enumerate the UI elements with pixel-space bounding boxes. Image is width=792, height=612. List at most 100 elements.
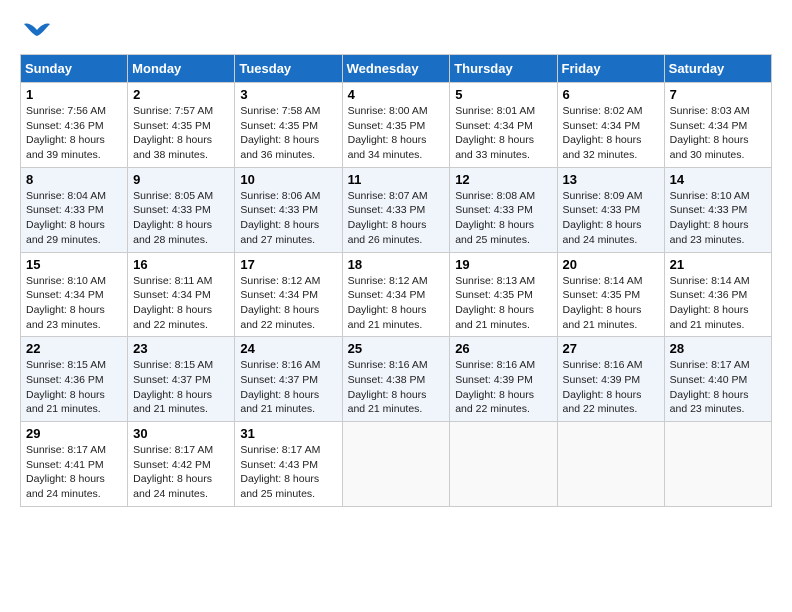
day-number: 13: [563, 172, 659, 187]
day-info: Sunrise: 8:01 AMSunset: 4:34 PMDaylight:…: [455, 105, 535, 161]
day-info: Sunrise: 8:17 AMSunset: 4:43 PMDaylight:…: [240, 444, 320, 500]
calendar-cell: 17 Sunrise: 8:12 AMSunset: 4:34 PMDaylig…: [235, 252, 342, 337]
day-number: 4: [348, 87, 445, 102]
day-info: Sunrise: 8:17 AMSunset: 4:40 PMDaylight:…: [670, 359, 750, 415]
calendar-cell: 20 Sunrise: 8:14 AMSunset: 4:35 PMDaylig…: [557, 252, 664, 337]
calendar-cell: 5 Sunrise: 8:01 AMSunset: 4:34 PMDayligh…: [450, 83, 557, 168]
calendar-cell: 26 Sunrise: 8:16 AMSunset: 4:39 PMDaylig…: [450, 337, 557, 422]
day-info: Sunrise: 8:14 AMSunset: 4:35 PMDaylight:…: [563, 275, 643, 331]
calendar-cell: 14 Sunrise: 8:10 AMSunset: 4:33 PMDaylig…: [664, 167, 771, 252]
calendar-cell: 8 Sunrise: 8:04 AMSunset: 4:33 PMDayligh…: [21, 167, 128, 252]
calendar-day-header: Monday: [128, 55, 235, 83]
day-number: 15: [26, 257, 122, 272]
day-number: 30: [133, 426, 229, 441]
day-info: Sunrise: 8:16 AMSunset: 4:38 PMDaylight:…: [348, 359, 428, 415]
calendar-cell: 2 Sunrise: 7:57 AMSunset: 4:35 PMDayligh…: [128, 83, 235, 168]
calendar-day-header: Sunday: [21, 55, 128, 83]
day-info: Sunrise: 8:00 AMSunset: 4:35 PMDaylight:…: [348, 105, 428, 161]
calendar-cell: 22 Sunrise: 8:15 AMSunset: 4:36 PMDaylig…: [21, 337, 128, 422]
day-number: 25: [348, 341, 445, 356]
calendar-week-row: 1 Sunrise: 7:56 AMSunset: 4:36 PMDayligh…: [21, 83, 772, 168]
calendar-cell: 15 Sunrise: 8:10 AMSunset: 4:34 PMDaylig…: [21, 252, 128, 337]
day-number: 27: [563, 341, 659, 356]
day-number: 11: [348, 172, 445, 187]
calendar-week-row: 22 Sunrise: 8:15 AMSunset: 4:36 PMDaylig…: [21, 337, 772, 422]
calendar-cell: 1 Sunrise: 7:56 AMSunset: 4:36 PMDayligh…: [21, 83, 128, 168]
day-number: 1: [26, 87, 122, 102]
calendar-week-row: 8 Sunrise: 8:04 AMSunset: 4:33 PMDayligh…: [21, 167, 772, 252]
day-info: Sunrise: 7:57 AMSunset: 4:35 PMDaylight:…: [133, 105, 213, 161]
calendar-cell: 25 Sunrise: 8:16 AMSunset: 4:38 PMDaylig…: [342, 337, 450, 422]
calendar-cell: 11 Sunrise: 8:07 AMSunset: 4:33 PMDaylig…: [342, 167, 450, 252]
day-info: Sunrise: 8:12 AMSunset: 4:34 PMDaylight:…: [240, 275, 320, 331]
calendar-cell: 3 Sunrise: 7:58 AMSunset: 4:35 PMDayligh…: [235, 83, 342, 168]
day-number: 31: [240, 426, 336, 441]
page-header: [20, 20, 772, 44]
day-info: Sunrise: 8:15 AMSunset: 4:36 PMDaylight:…: [26, 359, 106, 415]
logo-bird-icon: [22, 20, 52, 44]
calendar-week-row: 15 Sunrise: 8:10 AMSunset: 4:34 PMDaylig…: [21, 252, 772, 337]
day-number: 7: [670, 87, 766, 102]
day-info: Sunrise: 8:16 AMSunset: 4:39 PMDaylight:…: [563, 359, 643, 415]
day-info: Sunrise: 8:11 AMSunset: 4:34 PMDaylight:…: [133, 275, 212, 331]
calendar-cell: [557, 422, 664, 507]
day-info: Sunrise: 8:04 AMSunset: 4:33 PMDaylight:…: [26, 190, 106, 246]
day-number: 5: [455, 87, 551, 102]
calendar-cell: 27 Sunrise: 8:16 AMSunset: 4:39 PMDaylig…: [557, 337, 664, 422]
day-info: Sunrise: 8:03 AMSunset: 4:34 PMDaylight:…: [670, 105, 750, 161]
calendar-cell: 7 Sunrise: 8:03 AMSunset: 4:34 PMDayligh…: [664, 83, 771, 168]
day-number: 9: [133, 172, 229, 187]
day-info: Sunrise: 8:12 AMSunset: 4:34 PMDaylight:…: [348, 275, 428, 331]
day-info: Sunrise: 8:07 AMSunset: 4:33 PMDaylight:…: [348, 190, 428, 246]
calendar-day-header: Friday: [557, 55, 664, 83]
day-info: Sunrise: 8:09 AMSunset: 4:33 PMDaylight:…: [563, 190, 643, 246]
day-info: Sunrise: 8:17 AMSunset: 4:42 PMDaylight:…: [133, 444, 213, 500]
calendar-cell: 24 Sunrise: 8:16 AMSunset: 4:37 PMDaylig…: [235, 337, 342, 422]
calendar-day-header: Tuesday: [235, 55, 342, 83]
calendar-day-header: Saturday: [664, 55, 771, 83]
logo: [20, 20, 52, 44]
day-info: Sunrise: 8:13 AMSunset: 4:35 PMDaylight:…: [455, 275, 535, 331]
calendar-cell: 30 Sunrise: 8:17 AMSunset: 4:42 PMDaylig…: [128, 422, 235, 507]
calendar-cell: 19 Sunrise: 8:13 AMSunset: 4:35 PMDaylig…: [450, 252, 557, 337]
day-number: 16: [133, 257, 229, 272]
day-number: 20: [563, 257, 659, 272]
day-info: Sunrise: 7:58 AMSunset: 4:35 PMDaylight:…: [240, 105, 320, 161]
day-info: Sunrise: 8:16 AMSunset: 4:37 PMDaylight:…: [240, 359, 320, 415]
calendar-cell: 13 Sunrise: 8:09 AMSunset: 4:33 PMDaylig…: [557, 167, 664, 252]
calendar-cell: 21 Sunrise: 8:14 AMSunset: 4:36 PMDaylig…: [664, 252, 771, 337]
day-number: 22: [26, 341, 122, 356]
day-number: 14: [670, 172, 766, 187]
day-info: Sunrise: 8:15 AMSunset: 4:37 PMDaylight:…: [133, 359, 213, 415]
calendar-cell: 29 Sunrise: 8:17 AMSunset: 4:41 PMDaylig…: [21, 422, 128, 507]
calendar-cell: [342, 422, 450, 507]
calendar-cell: 6 Sunrise: 8:02 AMSunset: 4:34 PMDayligh…: [557, 83, 664, 168]
day-number: 19: [455, 257, 551, 272]
day-info: Sunrise: 8:16 AMSunset: 4:39 PMDaylight:…: [455, 359, 535, 415]
calendar-week-row: 29 Sunrise: 8:17 AMSunset: 4:41 PMDaylig…: [21, 422, 772, 507]
day-info: Sunrise: 8:02 AMSunset: 4:34 PMDaylight:…: [563, 105, 643, 161]
day-info: Sunrise: 7:56 AMSunset: 4:36 PMDaylight:…: [26, 105, 106, 161]
calendar-table: SundayMondayTuesdayWednesdayThursdayFrid…: [20, 54, 772, 507]
day-number: 2: [133, 87, 229, 102]
day-number: 10: [240, 172, 336, 187]
calendar-cell: 23 Sunrise: 8:15 AMSunset: 4:37 PMDaylig…: [128, 337, 235, 422]
day-info: Sunrise: 8:08 AMSunset: 4:33 PMDaylight:…: [455, 190, 535, 246]
day-number: 18: [348, 257, 445, 272]
day-info: Sunrise: 8:14 AMSunset: 4:36 PMDaylight:…: [670, 275, 750, 331]
day-number: 12: [455, 172, 551, 187]
calendar-cell: 4 Sunrise: 8:00 AMSunset: 4:35 PMDayligh…: [342, 83, 450, 168]
day-number: 29: [26, 426, 122, 441]
day-info: Sunrise: 8:06 AMSunset: 4:33 PMDaylight:…: [240, 190, 320, 246]
calendar-cell: [664, 422, 771, 507]
day-number: 8: [26, 172, 122, 187]
day-number: 23: [133, 341, 229, 356]
calendar-day-header: Wednesday: [342, 55, 450, 83]
calendar-header-row: SundayMondayTuesdayWednesdayThursdayFrid…: [21, 55, 772, 83]
calendar-cell: 16 Sunrise: 8:11 AMSunset: 4:34 PMDaylig…: [128, 252, 235, 337]
day-number: 3: [240, 87, 336, 102]
calendar-cell: 28 Sunrise: 8:17 AMSunset: 4:40 PMDaylig…: [664, 337, 771, 422]
day-number: 24: [240, 341, 336, 356]
calendar-cell: 31 Sunrise: 8:17 AMSunset: 4:43 PMDaylig…: [235, 422, 342, 507]
calendar-cell: [450, 422, 557, 507]
